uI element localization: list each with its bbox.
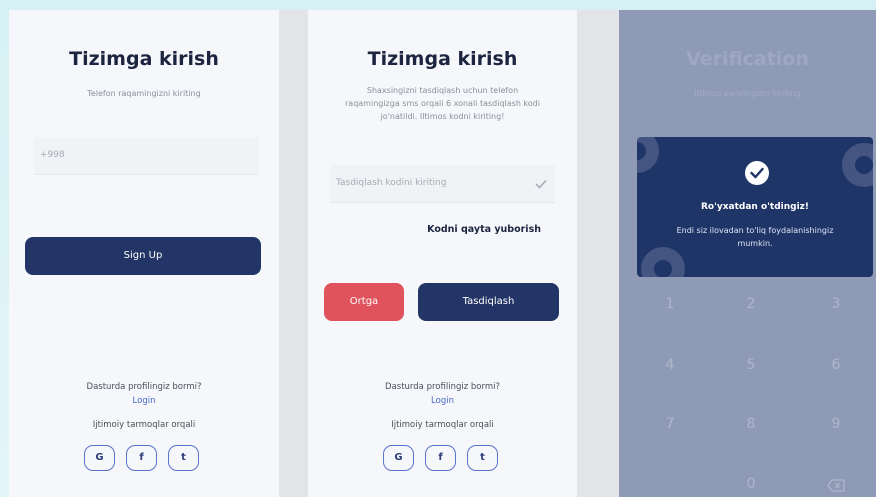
google-button[interactable]: G	[84, 445, 115, 471]
page-subtitle-line-2: raqamingizga sms orqali 6 xonali tasdiql…	[345, 99, 540, 108]
login-screen-sms-code: Tizimga kirish Shaxsingizni tasdiqlash u…	[308, 10, 577, 497]
code-placeholder: Tasdiqlash kodini kiriting	[336, 178, 447, 188]
login-link[interactable]: Login	[9, 396, 279, 406]
modal-text-line-1: Endi siz ilovadan to'liq foydalanishingi…	[676, 226, 834, 235]
social-label: Ijtimoiy tarmoqlar orqali	[391, 420, 494, 430]
key-2[interactable]: 2	[736, 296, 766, 312]
resend-code-link[interactable]: Kodni qayta yuborish	[427, 224, 541, 235]
decorative-circle	[637, 137, 659, 173]
phone-input[interactable]: +998	[34, 137, 259, 175]
decorative-circle	[842, 143, 873, 187]
page-subtitle: Telefon raqamingizni kiriting	[87, 89, 201, 98]
page-subtitle-line-1: Shaxsingizni tasdiqlash uchun telefon	[366, 86, 519, 95]
login-link[interactable]: Login	[308, 396, 577, 406]
confirm-button[interactable]: Tasdiqlash	[418, 283, 559, 321]
facebook-button[interactable]: f	[126, 445, 157, 471]
page-subtitle-line-3: jo'natildi. Iltimos kodni kiriting!	[380, 112, 505, 121]
key-7[interactable]: 7	[655, 416, 685, 432]
backspace-icon[interactable]	[827, 479, 845, 492]
modal-text-line-2: mumkin.	[737, 239, 773, 248]
code-input[interactable]: Tasdiqlash kodini kiriting	[330, 165, 555, 203]
key-0[interactable]: 0	[736, 476, 766, 492]
modal-title: Ro'yxatdan o'tdingiz!	[700, 202, 810, 212]
profile-question: Dasturda profilingiz bormi?	[385, 382, 500, 392]
facebook-button[interactable]: f	[425, 445, 456, 471]
key-6[interactable]: 6	[821, 357, 851, 373]
decorative-circle	[641, 247, 685, 277]
sign-up-button[interactable]: Sign Up	[25, 237, 261, 275]
key-1[interactable]: 1	[655, 296, 685, 312]
screen-gap	[577, 10, 619, 497]
social-label: Ijtimoiy tarmoqlar orqali	[92, 420, 196, 430]
twitter-button[interactable]: t	[168, 445, 199, 471]
phone-prefix: +998	[40, 150, 65, 160]
screen-gap	[279, 10, 308, 497]
back-button[interactable]: Ortga	[324, 283, 404, 321]
check-icon	[535, 179, 547, 189]
key-8[interactable]: 8	[736, 416, 766, 432]
profile-question: Dasturda profilingiz bormi?	[86, 382, 202, 392]
twitter-button[interactable]: t	[467, 445, 498, 471]
key-3[interactable]: 3	[821, 296, 851, 312]
verification-screen: Verification Iltimos parolingizni kiriti…	[619, 10, 876, 497]
page-title: Tizimga kirish	[367, 48, 518, 70]
success-check-icon	[745, 161, 769, 185]
success-modal: Ro'yxatdan o'tdingiz! Endi siz ilovadan …	[637, 137, 873, 277]
modal-text: Endi siz ilovadan to'liq foydalanishingi…	[651, 224, 859, 250]
key-9[interactable]: 9	[821, 416, 851, 432]
key-5[interactable]: 5	[736, 357, 766, 373]
key-4[interactable]: 4	[655, 357, 685, 373]
page-title: Tizimga kirish	[69, 48, 219, 70]
login-screen-phone: Tizimga kirish Telefon raqamingizni kiri…	[9, 10, 279, 497]
google-button[interactable]: G	[383, 445, 414, 471]
